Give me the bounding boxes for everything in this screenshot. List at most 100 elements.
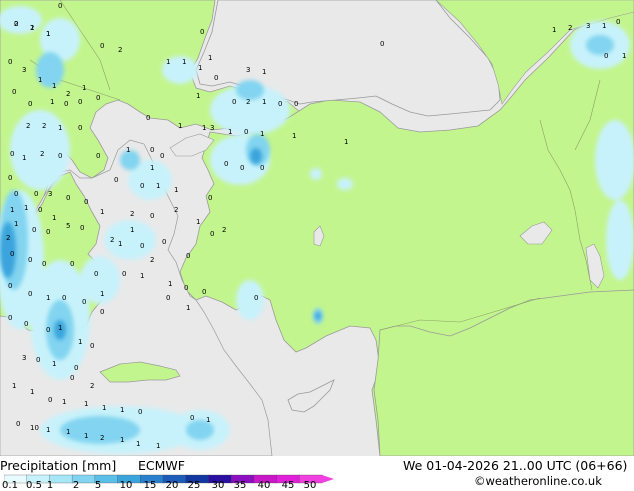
station-value: 0 (214, 74, 218, 82)
station-value: 1 (202, 124, 206, 132)
station-value: 1 (84, 432, 88, 440)
station-value: 0 (70, 374, 74, 382)
station-value: 0 (62, 294, 66, 302)
station-value: 2 (110, 236, 114, 244)
map-title: Precipitation [mm] (0, 458, 117, 473)
station-value: 0 (140, 242, 144, 250)
station-value: 1 (262, 68, 266, 76)
station-value: 1 (552, 26, 556, 34)
station-value: 1 (182, 58, 186, 66)
station-value: 0 (90, 342, 94, 350)
station-value: 0 (140, 182, 144, 190)
colorbar-label: 45 (281, 480, 295, 491)
station-value: 1 (166, 58, 170, 66)
station-value: 2 (14, 20, 18, 28)
station-value: 0 (150, 146, 154, 154)
station-value: 1 (30, 388, 34, 396)
model-name: ECMWF (138, 458, 185, 473)
station-value: 0 (36, 356, 40, 364)
station-value: 0 (380, 40, 384, 48)
station-value: 1 (118, 240, 122, 248)
station-value: 2 (222, 226, 226, 234)
station-value: 0 (294, 100, 298, 108)
colorbar-label: 10 (119, 480, 133, 491)
colorbar-label: 50 (303, 480, 317, 491)
station-value: 0 (12, 88, 16, 96)
station-value: 3 (210, 124, 214, 132)
station-value: 1 (140, 272, 144, 280)
station-value: 1 (120, 406, 124, 414)
station-value: 1 (156, 182, 160, 190)
station-value: 1 (120, 436, 124, 444)
station-value: 0 (16, 420, 20, 428)
station-value: 0 (42, 260, 46, 268)
station-value: 1 (12, 382, 16, 390)
station-value: 2 (130, 210, 134, 218)
station-value: 1 (58, 324, 62, 332)
station-value: 1 (100, 290, 104, 298)
station-value: 0 (80, 224, 84, 232)
station-value: 0 (64, 100, 68, 108)
station-value: 0 (160, 152, 164, 160)
station-value: 1 (102, 404, 106, 412)
station-value: 1 (292, 132, 296, 140)
station-value: 0 (24, 320, 28, 328)
station-value: 0 (84, 198, 88, 206)
colorbar-arrow (322, 475, 334, 483)
station-value: 2 (30, 24, 34, 32)
colorbar-label: 15 (143, 480, 157, 491)
station-value: 0 (32, 226, 36, 234)
station-value: 0 (232, 98, 236, 106)
colorbar-label: 2 (72, 480, 80, 491)
station-value: 0 (96, 152, 100, 160)
colorbar-label: 0.1 (2, 480, 18, 491)
station-value: 0 (202, 288, 206, 296)
station-value: 1 (208, 54, 212, 62)
station-value: 1 (198, 64, 202, 72)
station-value: 0 (184, 284, 188, 292)
station-value: 0 (96, 94, 100, 102)
station-value: 0 (46, 326, 50, 334)
colorbar-label: 1 (46, 480, 54, 491)
station-value: 0 (208, 194, 212, 202)
station-value: 1 (206, 416, 210, 424)
map-canvas: 0 1100 201 1100 1 0 0 0 13 10 2 1 0 02 2 1 001 3 1 0 1 110 1 2 0… (0, 0, 634, 457)
station-value: 0 (166, 294, 170, 302)
station-value: 1 (58, 124, 62, 132)
station-value: 2 (26, 122, 30, 130)
station-value: 0 (58, 152, 62, 160)
station-value: 0 (244, 128, 248, 136)
station-value: 0 (34, 190, 38, 198)
station-value: 2 (150, 256, 154, 264)
station-value: 2 (100, 434, 104, 442)
station-value: 2 (568, 24, 572, 32)
station-value: 1 (46, 30, 50, 38)
station-value: 0 (278, 100, 282, 108)
credit-link[interactable]: ©weatheronline.co.uk (474, 474, 602, 488)
station-value: 0 (78, 98, 82, 106)
station-value: 1 (168, 280, 172, 288)
station-value: 5 (66, 222, 70, 230)
station-value: 0 (78, 124, 82, 132)
station-value: 1 (52, 82, 56, 90)
station-value: 1 (136, 440, 140, 448)
station-value: 0 (162, 238, 166, 246)
station-value: 0 (114, 176, 118, 184)
station-value: 1 (150, 164, 154, 172)
station-value: 10 (30, 424, 39, 432)
station-value: 1 (82, 84, 86, 92)
station-value: 1 (52, 214, 56, 222)
station-value: 2 (90, 382, 94, 390)
station-value: 1 (78, 338, 82, 346)
station-value: 0 (138, 408, 142, 416)
valid-datetime: We 01-04-2026 21..00 UTC (06+66) (403, 458, 628, 473)
station-value: 0 (48, 396, 52, 404)
station-value: 1 (50, 98, 54, 106)
station-value: 0 (122, 270, 126, 278)
station-value: 0 (10, 150, 14, 158)
station-value: 0 (8, 174, 12, 182)
station-value: 1 (100, 208, 104, 216)
station-value: 1 (262, 98, 266, 106)
station-value: 0 (254, 294, 258, 302)
precipitation-map[interactable]: 0110020111001000131021002210013101110120… (0, 0, 634, 457)
